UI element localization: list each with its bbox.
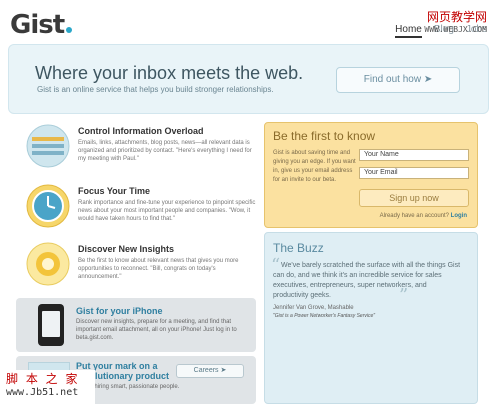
login-prompt: Already have an account? Login (379, 213, 467, 219)
feature-description: Rank importance and fine-tune your exper… (78, 200, 256, 223)
watermark-top-cn: 网页教学网 (426, 10, 487, 24)
watermark-bottom-cn: 脚 本 之 家 (6, 372, 80, 386)
feature-description: Be the first to know about relevant news… (78, 258, 239, 281)
find-out-how-button[interactable]: Find out how ➤ (336, 67, 460, 93)
signup-title: Be the first to know (273, 129, 376, 143)
sign-up-button[interactable]: Sign up now (359, 189, 469, 207)
feature-focus-time: Focus Your Time Rank importance and fine… (12, 178, 260, 236)
watermark-top: 网页教学网 WWW.WEBJX.COM (424, 8, 487, 34)
hero-title: Where your inbox meets the web. (35, 63, 304, 83)
lightbulb-icon (26, 242, 70, 286)
close-quote-icon: ” (399, 285, 409, 306)
buzz-quote: We've barely scratched the surface with … (273, 262, 461, 300)
logo-dot-icon (66, 27, 73, 33)
login-link[interactable]: Login (451, 213, 467, 219)
feature-discover-insights: Discover New Insights Be the first to kn… (12, 236, 260, 294)
careers-button[interactable]: Careers ➤ (176, 364, 244, 378)
email-field[interactable]: Your Email (359, 167, 469, 179)
feature-control-overload: Control Information Overload Emails, lin… (12, 118, 260, 176)
name-field[interactable]: Your Name (359, 149, 469, 161)
hero-subtitle: Gist is an online service that helps you… (37, 85, 274, 94)
watermark-bottom-url: www.Jb51.net (6, 387, 79, 398)
buzz-box: The Buzz “ We've barely scratched the su… (264, 232, 478, 404)
iphone-text: Discover new insights, prepare for a mee… (76, 319, 237, 342)
clock-icon (26, 184, 70, 228)
feature-description: Emails, links, attachments, blog posts, … (78, 140, 252, 163)
iphone-card[interactable]: Gist for your iPhone Discover new insigh… (16, 298, 256, 352)
buzz-author: Jennifer Van Grove, Mashable (273, 305, 354, 311)
iphone-icon (38, 304, 64, 346)
feature-title: Discover New Insights (78, 244, 175, 254)
signup-box: Be the first to know Gist is about savin… (264, 122, 478, 228)
features-list: Control Information Overload Emails, lin… (12, 118, 260, 294)
watermark-top-url: WWW.WEBJX.COM (424, 25, 487, 34)
hero-banner: Where your inbox meets the web. Gist is … (8, 44, 489, 114)
buzz-role: "Gist is a Power Networker's Fantasy Ser… (273, 313, 376, 319)
iphone-title[interactable]: Gist for your iPhone (76, 306, 163, 316)
feature-title: Focus Your Time (78, 186, 151, 196)
gist-logo[interactable]: Gist (10, 10, 73, 40)
buzz-title: The Buzz (273, 241, 324, 255)
nav-home[interactable]: Home (395, 24, 422, 38)
signup-text: Gist is about saving time and giving you… (273, 150, 356, 183)
feature-title: Control Information Overload (78, 126, 204, 136)
list-icon (26, 124, 70, 168)
watermark-bottom: 脚 本 之 家 www.Jb51.net (0, 370, 95, 410)
header: Gist Home Blog Jobs 网页教学网 WWW.WEBJX.COM (0, 0, 495, 44)
